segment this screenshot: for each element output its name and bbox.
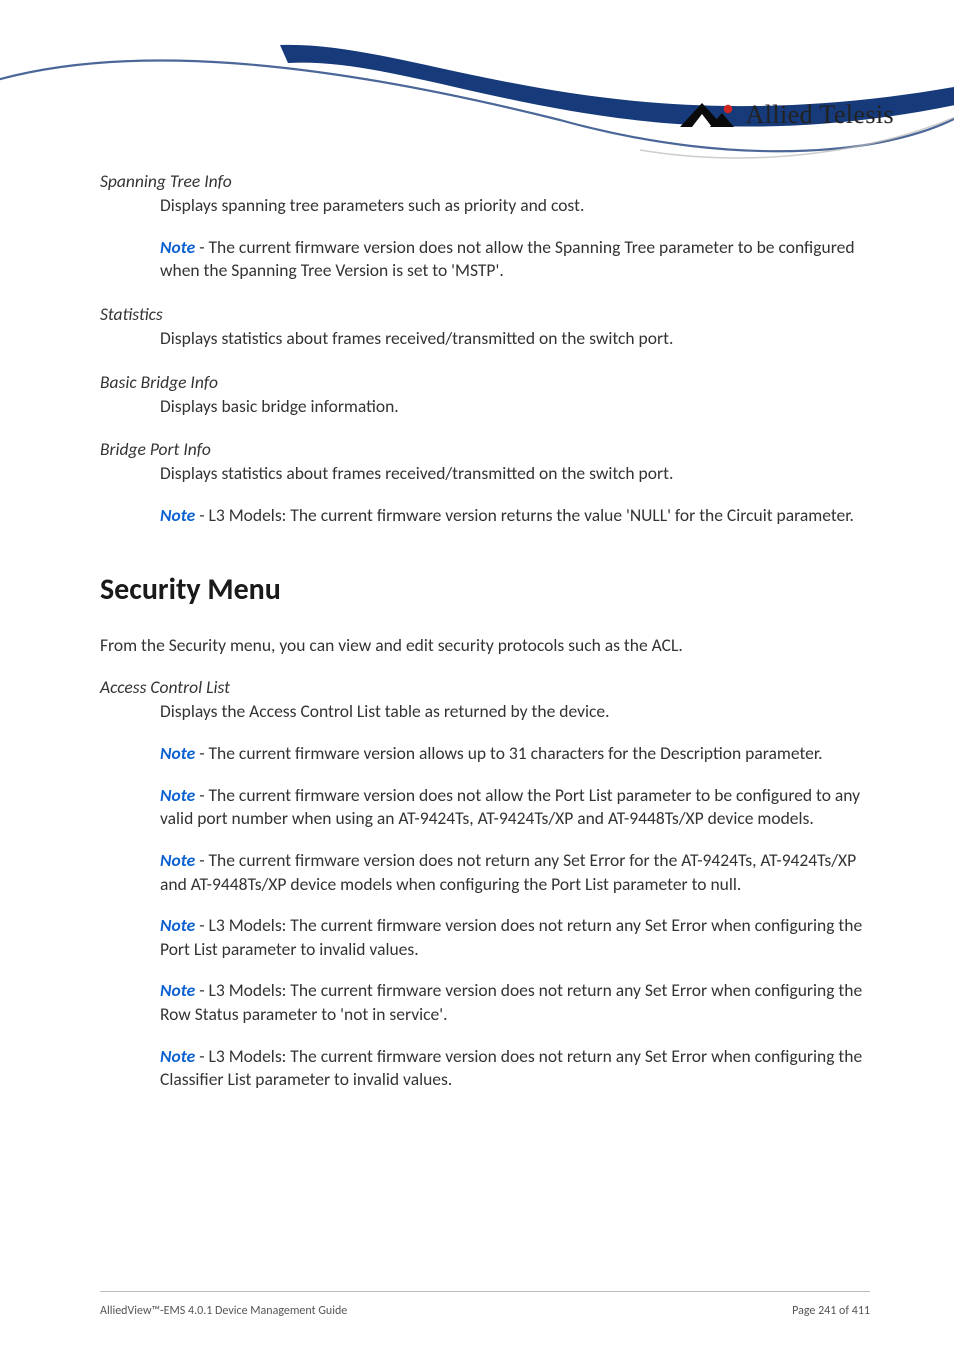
footer-rule (100, 1291, 870, 1292)
section-intro: From the Security menu, you can view and… (100, 634, 870, 656)
desc-access-control-list: Displays the Access Control List table a… (160, 700, 870, 724)
brand-logo: Allied Telesis (680, 100, 894, 130)
note-label: Note (160, 784, 195, 806)
note-acl-1: Note - The current firmware version allo… (160, 742, 870, 766)
page-body: Spanning Tree Info Displays spanning tre… (100, 170, 870, 1092)
term-basic-bridge-info: Basic Bridge Info (100, 371, 870, 393)
note-body: L3 Models: The current firmware version … (160, 979, 862, 1025)
note-label: Note (160, 1045, 195, 1067)
term-bridge-port-info: Bridge Port Info (100, 438, 870, 460)
note-acl-3: Note - The current firmware version does… (160, 849, 870, 896)
note-body: The current firmware version does not re… (160, 849, 856, 895)
desc-spanning-tree-info: Displays spanning tree parameters such a… (160, 194, 870, 218)
note-spanning-tree-info-1: Note - The current firmware version does… (160, 236, 870, 283)
brand-logo-mark (680, 103, 736, 127)
brand-logo-text: Allied Telesis (746, 100, 894, 130)
note-text: - (199, 504, 208, 526)
header-swoosh (0, 0, 954, 160)
footer-left: AlliedView™-EMS 4.0.1 Device Management … (100, 1304, 347, 1318)
note-label: Note (160, 236, 195, 258)
note-label: Note (160, 979, 195, 1001)
note-acl-6: Note - L3 Models: The current firmware v… (160, 1045, 870, 1092)
note-body: L3 Models: The current firmware version … (160, 914, 862, 960)
note-text: - (199, 236, 208, 258)
desc-basic-bridge-info: Displays basic bridge information. (160, 395, 870, 419)
term-spanning-tree-info: Spanning Tree Info (100, 170, 870, 192)
note-body: L3 Models: The current firmware version … (209, 504, 854, 526)
desc-statistics: Displays statistics about frames receive… (160, 327, 870, 351)
note-body: The current firmware version allows up t… (209, 742, 823, 764)
term-access-control-list: Access Control List (100, 676, 870, 698)
desc-bridge-port-info: Displays statistics about frames receive… (160, 462, 870, 486)
note-label: Note (160, 849, 195, 871)
footer-right: Page 241 of 411 (792, 1304, 870, 1318)
term-statistics: Statistics (100, 303, 870, 325)
note-label: Note (160, 504, 195, 526)
note-body: The current firmware version does not al… (160, 784, 860, 830)
note-body: L3 Models: The current firmware version … (160, 1045, 862, 1091)
note-label: Note (160, 914, 195, 936)
note-body: The current firmware version does not al… (160, 236, 855, 282)
section-heading-security-menu: Security Menu (100, 571, 870, 608)
note-bridge-port-info-1: Note - L3 Models: The current firmware v… (160, 504, 870, 528)
note-acl-2: Note - The current firmware version does… (160, 784, 870, 831)
note-acl-5: Note - L3 Models: The current firmware v… (160, 979, 870, 1026)
note-acl-4: Note - L3 Models: The current firmware v… (160, 914, 870, 961)
page-footer: AlliedView™-EMS 4.0.1 Device Management … (100, 1304, 870, 1318)
note-label: Note (160, 742, 195, 764)
